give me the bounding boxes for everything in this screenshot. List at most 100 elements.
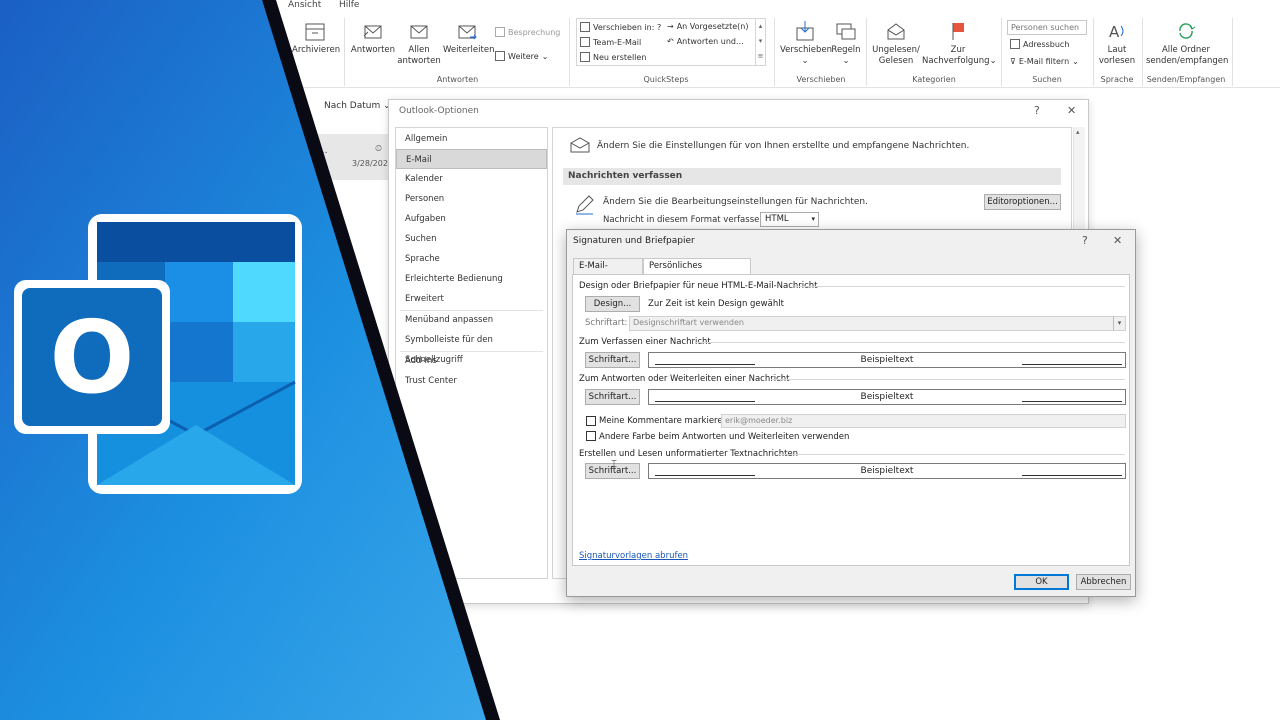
folder-move-icon bbox=[580, 22, 590, 32]
quickstep-reply-delete-label: Antworten und... bbox=[676, 37, 744, 46]
address-book-icon bbox=[1010, 39, 1020, 49]
move-label: Verschieben bbox=[780, 45, 832, 55]
help-icon[interactable]: ? bbox=[1082, 234, 1088, 247]
read-aloud-label-1: Laut bbox=[1107, 45, 1127, 55]
compose-format-label: Nachricht in diesem Format verfassen: bbox=[603, 215, 768, 225]
read-aloud-button[interactable]: A Laut vorlesen bbox=[1096, 20, 1138, 67]
meeting-button[interactable]: Besprechung bbox=[495, 27, 560, 37]
quicksteps-gallery[interactable]: Verschieben in: ? Team-E-Mail Neu erstel… bbox=[576, 18, 766, 66]
reply-sample-text: Beispieltext bbox=[860, 392, 914, 402]
mark-comments-checkbox[interactable] bbox=[586, 416, 596, 426]
quickstep-create-new[interactable]: Neu erstellen bbox=[580, 52, 646, 62]
quickstep-move-to[interactable]: Verschieben in: ? bbox=[580, 22, 661, 32]
followup-label-2: Nachverfolgung bbox=[922, 56, 990, 66]
group-label-search: Suchen bbox=[1032, 75, 1062, 84]
chevron-up-icon: ▴ bbox=[758, 22, 763, 30]
quickstep-reply-delete[interactable]: ↶ Antworten und... bbox=[667, 37, 744, 46]
group-separator bbox=[1142, 18, 1143, 86]
group-separator bbox=[1232, 18, 1233, 86]
quickstep-team-email-label: Team-E-Mail bbox=[593, 37, 642, 47]
group-label-move: Verschieben bbox=[796, 75, 846, 84]
more-respond-button[interactable]: Weitere ⌄ bbox=[495, 51, 548, 61]
plain-section-title: Erstellen und Lesen unformatierter Textn… bbox=[579, 449, 799, 459]
expand-icon: ≡ bbox=[757, 52, 764, 60]
reply-section-title: Zum Antworten oder Weiterleiten einer Na… bbox=[579, 374, 790, 384]
compose-description: Ändern Sie die Bearbeitungseinstellungen… bbox=[603, 197, 868, 207]
section-compose-header: Nachrichten verfassen bbox=[563, 168, 1061, 185]
font-label: Schriftart: bbox=[585, 318, 628, 328]
rules-icon bbox=[836, 23, 856, 40]
cancel-button[interactable]: Abbrechen bbox=[1076, 574, 1131, 590]
editor-options-button[interactable]: Editoroptionen... bbox=[984, 194, 1061, 210]
quickstep-team-email[interactable]: Team-E-Mail bbox=[580, 37, 641, 47]
address-book-button[interactable]: Adressbuch bbox=[1010, 39, 1069, 49]
svg-text:A: A bbox=[1109, 23, 1120, 41]
compose-sample: Beispieltext bbox=[648, 352, 1126, 368]
compose-format-value: HTML bbox=[765, 214, 789, 224]
read-aloud-icon: A bbox=[1109, 23, 1124, 41]
help-icon[interactable]: ? bbox=[1034, 104, 1040, 117]
meeting-label: Besprechung bbox=[508, 27, 561, 37]
chevron-down-icon: ▾ bbox=[811, 215, 815, 223]
filter-icon: ⊽ bbox=[1010, 57, 1016, 66]
group-label-send-receive: Senden/Empfangen bbox=[1146, 75, 1226, 84]
section-divider bbox=[777, 454, 1125, 455]
signatures-dialog: Signaturen und Briefpapier ? ✕ E-Mail-Si… bbox=[566, 229, 1136, 597]
theme-button[interactable]: Design... bbox=[585, 296, 640, 312]
quicksteps-scroll[interactable]: ▴ ▾ ≡ bbox=[755, 19, 765, 65]
more-respond-label: Weitere bbox=[508, 51, 539, 61]
chevron-down-icon: ⌄ bbox=[842, 56, 850, 66]
tab-personal-stationery[interactable]: Persönliches Briefpapier bbox=[643, 258, 751, 286]
group-label-speech: Sprache bbox=[1100, 75, 1134, 84]
compose-sample-text: Beispieltext bbox=[860, 355, 914, 365]
flag-icon bbox=[952, 23, 964, 40]
unread-label-1: Ungelesen/ bbox=[872, 45, 920, 55]
other-color-checkbox[interactable] bbox=[586, 431, 596, 441]
get-signature-templates-link[interactable]: Signaturvorlagen abrufen bbox=[579, 551, 688, 561]
mark-comments-input: erik@moeder.biz bbox=[721, 414, 1126, 428]
quickstep-to-manager[interactable]: → An Vorgesetzte(n) bbox=[667, 22, 748, 31]
quickstep-create-new-label: Neu erstellen bbox=[593, 52, 647, 62]
reply-sample: Beispieltext bbox=[648, 389, 1126, 405]
move-icon bbox=[796, 21, 814, 41]
close-icon[interactable]: ✕ bbox=[1067, 104, 1076, 117]
outlook-logo-banner: O bbox=[0, 0, 500, 720]
reply-font-button[interactable]: Schriftart... bbox=[585, 389, 640, 405]
chevron-down-icon: ⌄ bbox=[989, 56, 997, 66]
ok-button[interactable]: OK bbox=[1014, 574, 1069, 590]
section-divider bbox=[771, 379, 1125, 380]
address-book-label: Adressbuch bbox=[1023, 39, 1070, 49]
theme-section-title: Design oder Briefpapier für neue HTML-E-… bbox=[579, 281, 818, 291]
logo-letter: O bbox=[49, 299, 134, 416]
sync-icon bbox=[1179, 23, 1196, 39]
rules-button[interactable]: Regeln ⌄ bbox=[830, 20, 862, 67]
theme-font-select: Designschriftart verwenden ▾ bbox=[629, 316, 1126, 331]
chevron-down-icon: ▾ bbox=[758, 37, 763, 45]
search-people-input[interactable] bbox=[1007, 20, 1087, 35]
filter-email-button[interactable]: ⊽ E-Mail filtern ⌄ bbox=[1010, 57, 1079, 66]
signatures-dialog-title: Signaturen und Briefpapier bbox=[573, 236, 695, 246]
scroll-up-icon[interactable]: ▴ bbox=[1076, 128, 1080, 136]
group-separator bbox=[1001, 18, 1002, 86]
cursor-icon: ⌶ bbox=[611, 459, 617, 470]
move-button[interactable]: Verschieben ⌄ bbox=[780, 20, 832, 67]
mark-comments-label: Meine Kommentare markieren: bbox=[599, 416, 731, 426]
compose-section-title: Zum Verfassen einer Nachricht bbox=[579, 337, 711, 347]
chevron-down-icon: ▾ bbox=[1113, 317, 1125, 330]
send-receive-all-button[interactable]: Alle Ordner senden/empfangen bbox=[1146, 20, 1229, 67]
compose-format-select[interactable]: HTML ▾ bbox=[760, 212, 819, 227]
followup-label-1: Zur bbox=[950, 45, 966, 55]
unread-read-button[interactable]: Ungelesen/Gelesen bbox=[870, 20, 922, 67]
compose-font-button[interactable]: Schriftart... bbox=[585, 352, 640, 368]
followup-button[interactable]: Zur Nachverfolgung⌄ bbox=[922, 20, 997, 67]
close-icon[interactable]: ✕ bbox=[1113, 234, 1122, 247]
read-aloud-label-2: vorlesen bbox=[1098, 56, 1136, 66]
send-receive-label-2: senden/empfangen bbox=[1146, 56, 1229, 66]
plain-sample: Beispieltext bbox=[648, 463, 1126, 479]
plain-sample-text: Beispieltext bbox=[860, 466, 914, 476]
group-separator bbox=[866, 18, 867, 86]
chevron-down-icon: ⌄ bbox=[801, 56, 809, 66]
tab-email-signature[interactable]: E-Mail-Signatur bbox=[573, 258, 643, 286]
arrow-right-icon: → bbox=[667, 22, 674, 31]
quickstep-move-to-label: Verschieben in: ? bbox=[593, 22, 662, 32]
